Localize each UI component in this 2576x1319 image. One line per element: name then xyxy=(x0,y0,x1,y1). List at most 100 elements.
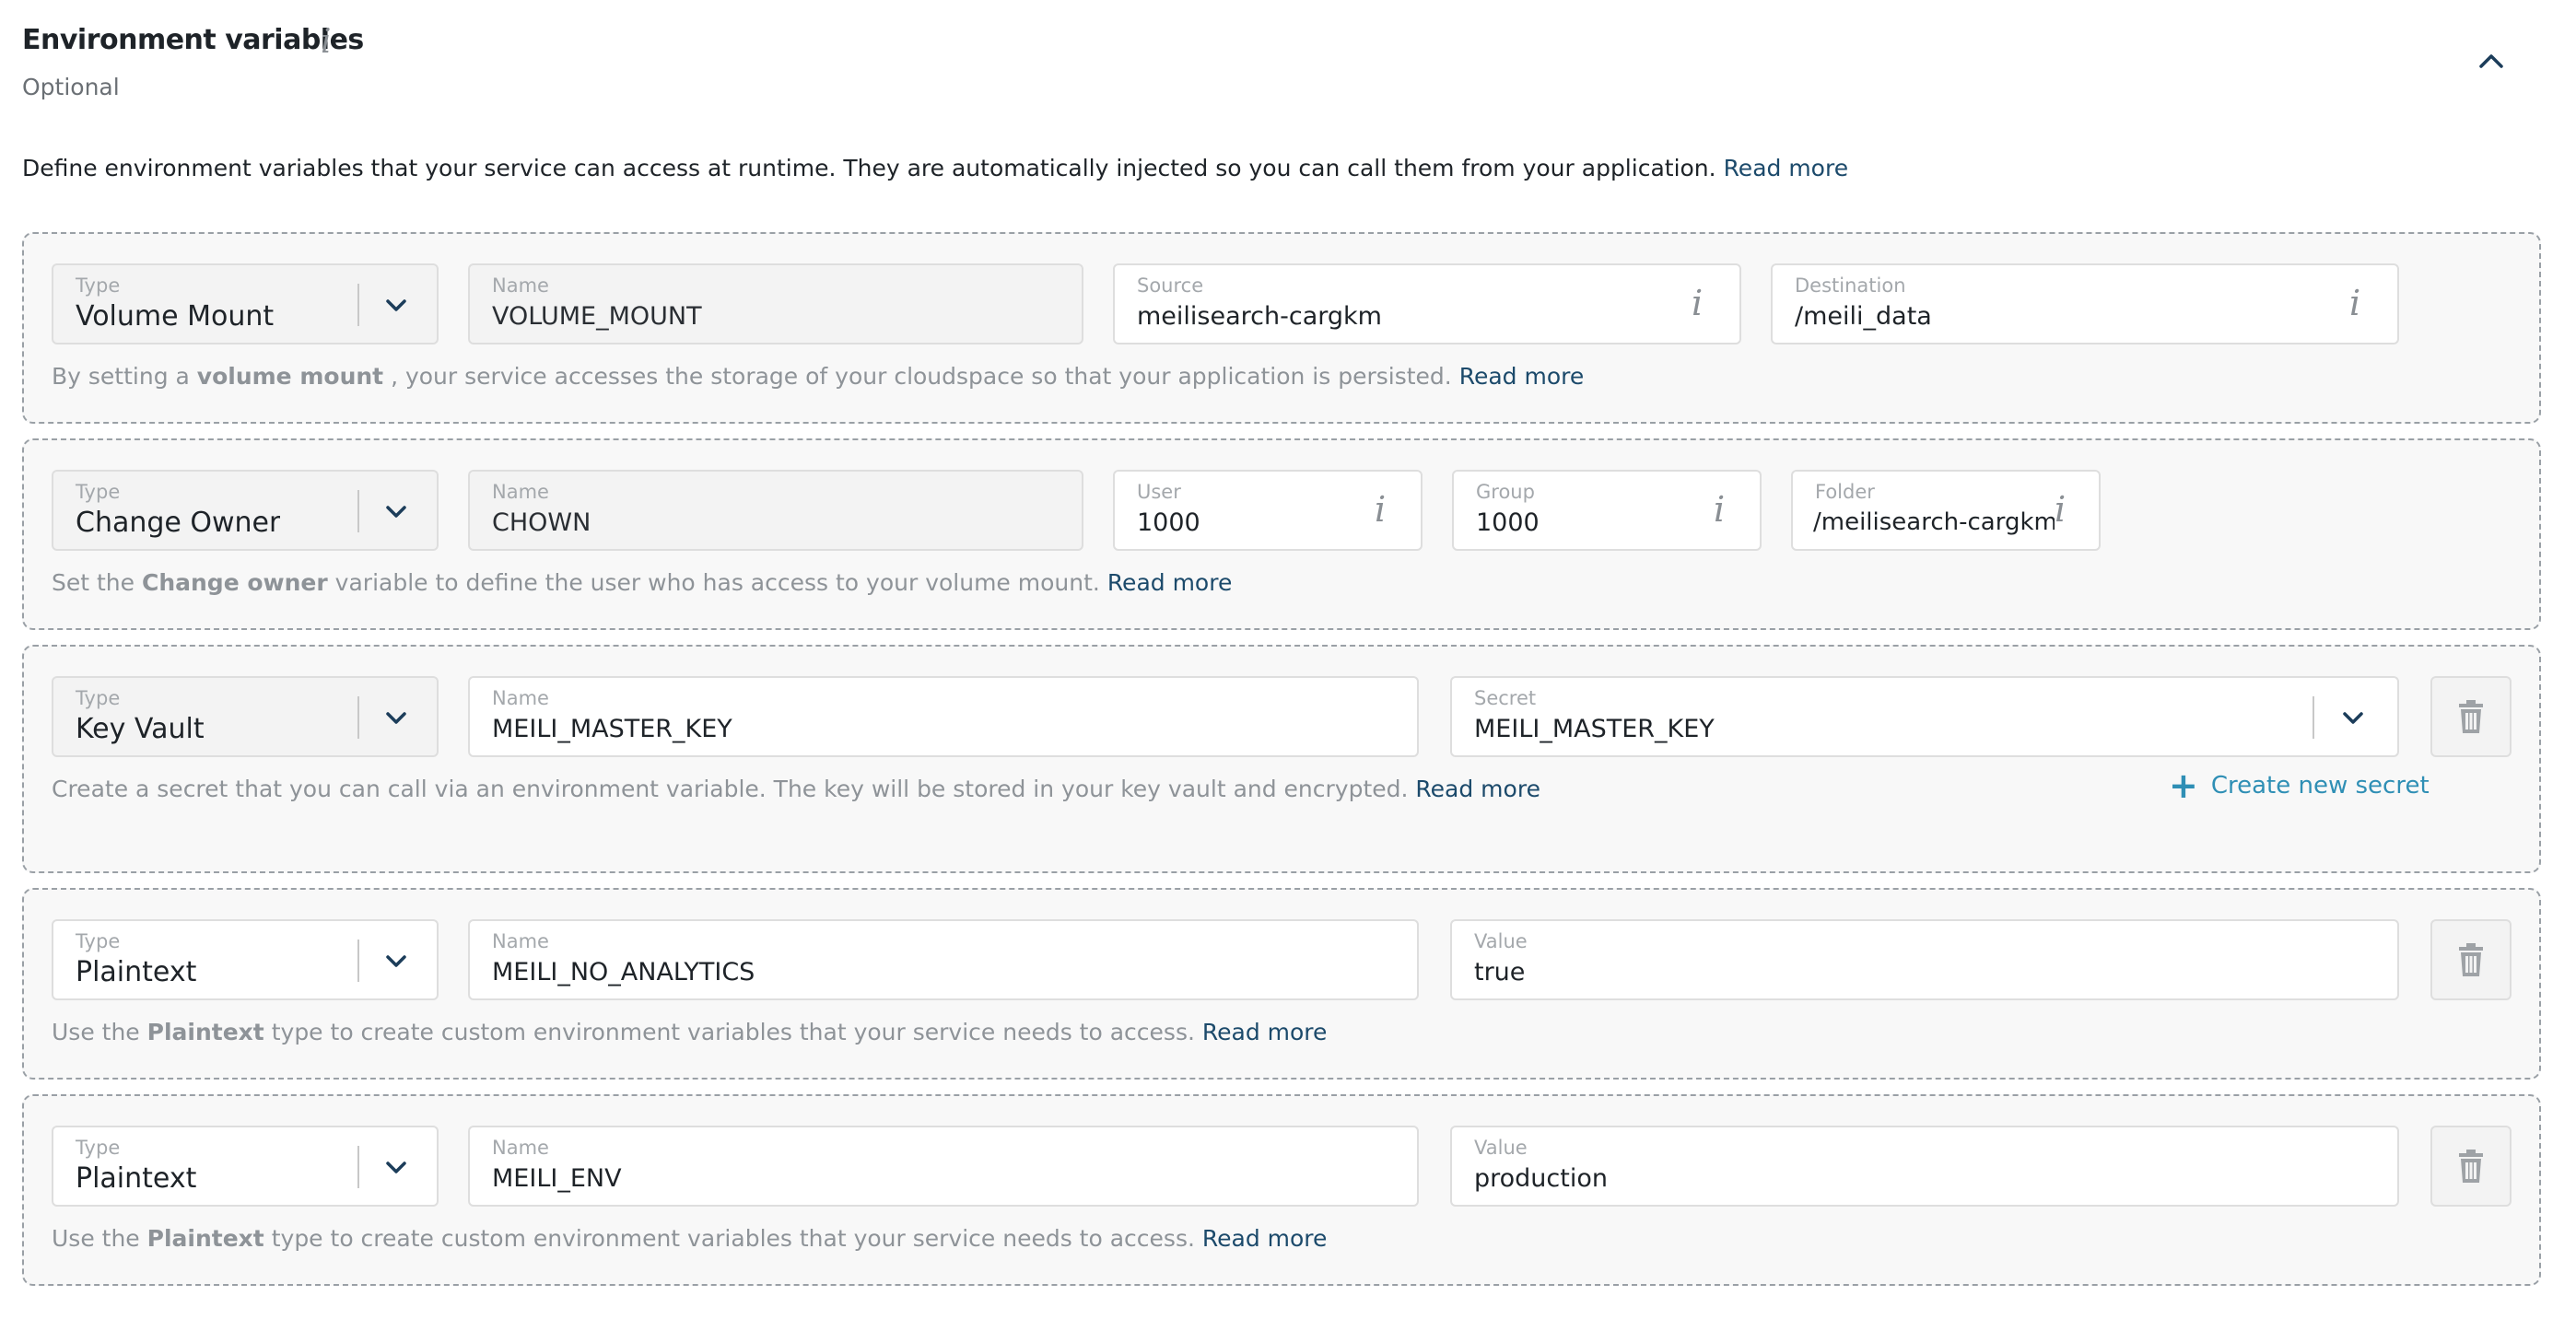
type-value: Plaintext xyxy=(76,1162,197,1195)
type-value: Volume Mount xyxy=(76,300,275,333)
section-title: Environment variables xyxy=(22,24,364,56)
name-label: Name xyxy=(492,930,549,952)
name-label: Name xyxy=(492,1137,549,1159)
delete-button[interactable] xyxy=(2430,676,2512,757)
secret-select[interactable]: Secret MEILI_MASTER_KEY xyxy=(1450,676,2399,757)
name-field[interactable]: Name CHOWN xyxy=(468,470,1083,551)
trash-icon xyxy=(2459,1150,2483,1183)
create-new-secret-link[interactable]: + Create new secret xyxy=(2169,765,2430,806)
chevron-down-icon[interactable] xyxy=(376,286,416,326)
info-icon[interactable]: i xyxy=(1692,282,1703,324)
name-label: Name xyxy=(492,274,549,297)
delete-button[interactable] xyxy=(2430,919,2512,1000)
user-value: 1000 xyxy=(1137,508,1200,537)
read-more-link[interactable]: Read more xyxy=(1724,155,1849,181)
value-value: true xyxy=(1474,958,1526,986)
type-label: Type xyxy=(76,687,121,709)
destination-value: /meili_data xyxy=(1795,302,1932,331)
secret-label: Secret xyxy=(1474,687,1537,709)
read-more-link[interactable]: Read more xyxy=(1107,569,1233,596)
name-field[interactable]: Name MEILI_MASTER_KEY xyxy=(468,676,1419,757)
trash-icon xyxy=(2459,700,2483,733)
value-value: production xyxy=(1474,1164,1608,1193)
type-select[interactable]: Type Plaintext xyxy=(52,1126,439,1207)
section-description: Define environment variables that your s… xyxy=(22,155,1848,181)
select-divider xyxy=(357,490,359,532)
name-value: MEILI_MASTER_KEY xyxy=(492,715,732,743)
type-label: Type xyxy=(76,274,121,297)
type-select[interactable]: Type Change Owner xyxy=(52,470,439,551)
env-var-volume-mount: Type Volume Mount Name VOLUME_MOUNT Sour… xyxy=(22,232,2541,424)
env-var-plaintext: Type Plaintext Name MEILI_NO_ANALYTICS V… xyxy=(22,888,2541,1080)
select-divider xyxy=(357,696,359,739)
plaintext-hint: Use the Plaintext type to create custom … xyxy=(52,1019,1328,1045)
info-icon[interactable]: i xyxy=(2349,282,2360,324)
read-more-link[interactable]: Read more xyxy=(1202,1019,1328,1045)
info-icon[interactable]: i xyxy=(321,24,332,61)
read-more-link[interactable]: Read more xyxy=(1415,776,1540,802)
change-owner-hint: Set the Change owner variable to define … xyxy=(52,569,1233,596)
select-divider xyxy=(357,284,359,326)
name-value: VOLUME_MOUNT xyxy=(492,302,702,331)
select-divider xyxy=(357,1146,359,1188)
user-label: User xyxy=(1137,481,1181,503)
select-divider xyxy=(2313,696,2314,739)
type-label: Type xyxy=(76,481,121,503)
chevron-down-icon[interactable] xyxy=(376,492,416,532)
chevron-down-icon[interactable] xyxy=(376,1148,416,1188)
info-icon[interactable]: i xyxy=(1714,488,1725,531)
name-value: MEILI_NO_ANALYTICS xyxy=(492,958,755,986)
type-label: Type xyxy=(76,930,121,952)
name-value: MEILI_ENV xyxy=(492,1164,622,1193)
group-value: 1000 xyxy=(1476,508,1540,537)
name-label: Name xyxy=(492,481,549,503)
type-value: Key Vault xyxy=(76,713,205,745)
env-var-key-vault: Type Key Vault Name MEILI_MASTER_KEY Sec… xyxy=(22,645,2541,873)
type-value: Plaintext xyxy=(76,956,197,988)
section-subtitle: Optional xyxy=(22,74,120,100)
value-label: Value xyxy=(1474,930,1528,952)
name-field[interactable]: Name VOLUME_MOUNT xyxy=(468,263,1083,344)
folder-field[interactable]: Folder /meilisearch-cargkm i xyxy=(1791,470,2101,551)
type-label: Type xyxy=(76,1137,121,1159)
type-select[interactable]: Type Plaintext xyxy=(52,919,439,1000)
name-field[interactable]: Name MEILI_NO_ANALYTICS xyxy=(468,919,1419,1000)
secret-value: MEILI_MASTER_KEY xyxy=(1474,715,1715,743)
destination-label: Destination xyxy=(1795,274,1906,297)
value-field[interactable]: Value production xyxy=(1450,1126,2399,1207)
chevron-up-icon xyxy=(2479,54,2503,68)
read-more-link[interactable]: Read more xyxy=(1459,363,1585,390)
collapse-button[interactable] xyxy=(2471,41,2512,81)
type-value: Change Owner xyxy=(76,507,281,539)
read-more-link[interactable]: Read more xyxy=(1202,1225,1328,1252)
type-select[interactable]: Type Volume Mount xyxy=(52,263,439,344)
key-vault-hint: Create a secret that you can call via an… xyxy=(52,776,1540,802)
type-select[interactable]: Type Key Vault xyxy=(52,676,439,757)
destination-field[interactable]: Destination /meili_data i xyxy=(1771,263,2399,344)
select-divider xyxy=(357,940,359,982)
group-field[interactable]: Group 1000 i xyxy=(1452,470,1762,551)
info-icon[interactable]: i xyxy=(2055,488,2066,531)
chevron-down-icon[interactable] xyxy=(2333,698,2373,739)
trash-icon xyxy=(2459,943,2483,976)
description-text: Define environment variables that your s… xyxy=(22,155,1716,181)
info-icon[interactable]: i xyxy=(1375,488,1386,531)
source-value: meilisearch-cargkm xyxy=(1137,302,1382,331)
volume-mount-hint: By setting a volume mount , your service… xyxy=(52,363,1585,390)
value-field[interactable]: Value true xyxy=(1450,919,2399,1000)
group-label: Group xyxy=(1476,481,1535,503)
name-field[interactable]: Name MEILI_ENV xyxy=(468,1126,1419,1207)
folder-label: Folder xyxy=(1815,481,1875,503)
name-value: CHOWN xyxy=(492,508,591,537)
chevron-down-icon[interactable] xyxy=(376,941,416,982)
source-label: Source xyxy=(1137,274,1204,297)
folder-value: /meilisearch-cargkm xyxy=(1813,508,2055,536)
chevron-down-icon[interactable] xyxy=(376,698,416,739)
delete-button[interactable] xyxy=(2430,1126,2512,1207)
name-label: Name xyxy=(492,687,549,709)
env-var-plaintext: Type Plaintext Name MEILI_ENV Value prod… xyxy=(22,1094,2541,1286)
value-label: Value xyxy=(1474,1137,1528,1159)
plus-icon: + xyxy=(2169,765,2198,806)
user-field[interactable]: User 1000 i xyxy=(1113,470,1423,551)
source-field[interactable]: Source meilisearch-cargkm i xyxy=(1113,263,1741,344)
